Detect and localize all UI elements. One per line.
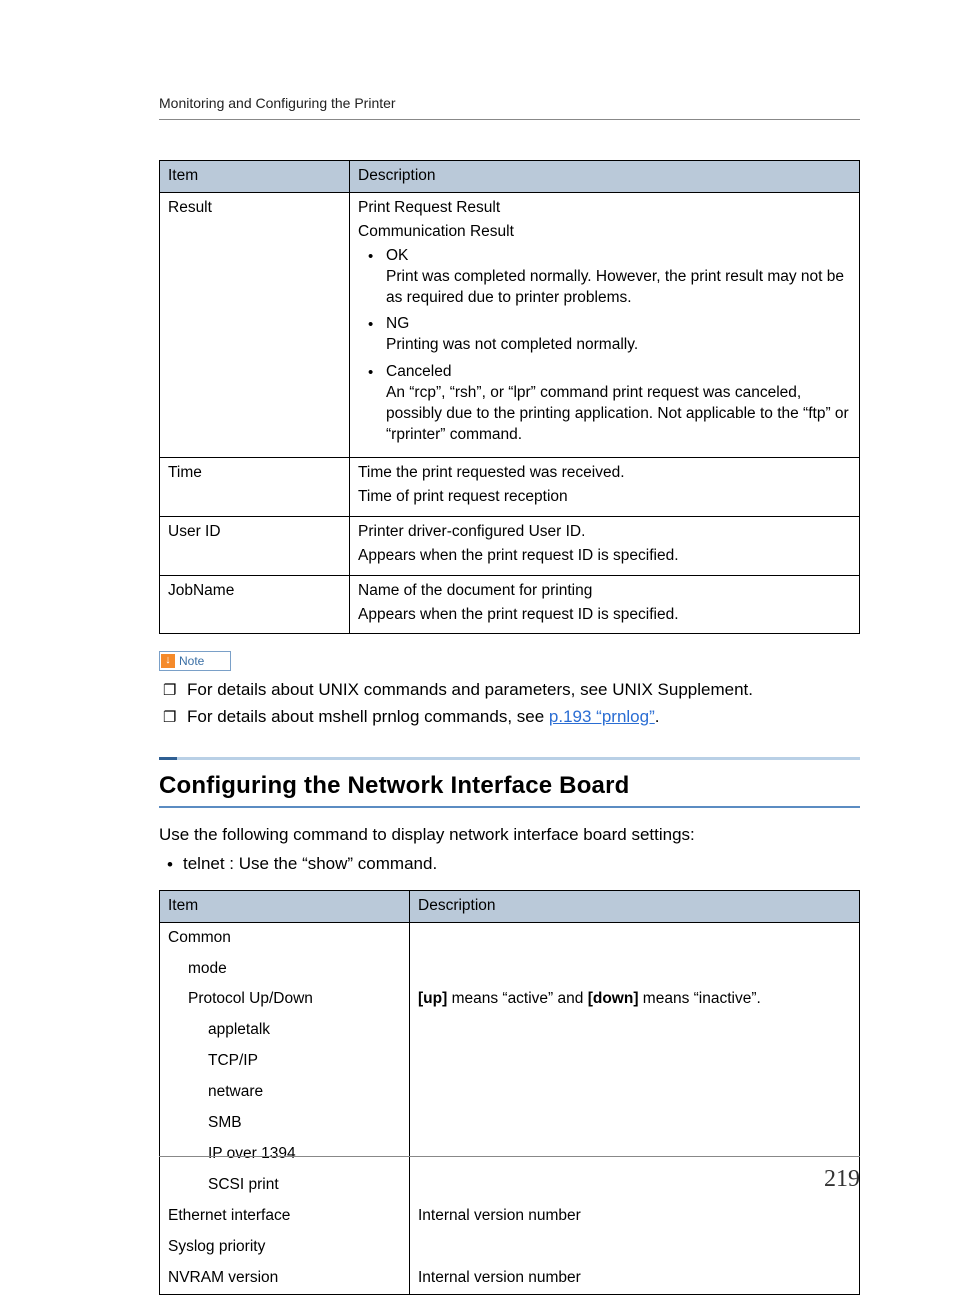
desc-line: Appears when the print request ID is spe… — [358, 605, 851, 626]
desc-cell: Internal version number — [410, 1263, 860, 1294]
desc-line: Communication Result — [358, 222, 851, 243]
note-label: Note — [179, 653, 204, 669]
desc-cell — [410, 1015, 860, 1046]
page-content: Item Description Result Print Request Re… — [159, 130, 860, 1295]
table-row: Common — [160, 922, 860, 953]
item-cell: Syslog priority — [160, 1232, 410, 1263]
item-cell: NVRAM version — [160, 1263, 410, 1294]
result-bullet-list: OK Print was completed normally. However… — [358, 246, 851, 446]
table-row: Ethernet interface Internal version numb… — [160, 1201, 860, 1232]
note-text: For details about UNIX commands and para… — [187, 680, 753, 699]
desc-cell — [410, 1046, 860, 1077]
desc-line: Appears when the print request ID is spe… — [358, 546, 851, 567]
indented-item: mode — [168, 959, 401, 980]
table-row: SMB — [160, 1108, 860, 1139]
print-info-table: Item Description Result Print Request Re… — [159, 160, 860, 635]
desc-line: Name of the document for printing — [358, 581, 851, 602]
note-badge: ↓ Note — [159, 651, 231, 671]
page-number: 219 — [159, 1163, 860, 1195]
list-item: Canceled An “rcp”, “rsh”, or “lpr” comma… — [366, 362, 851, 446]
desc-text: means “active” and — [447, 990, 587, 1007]
indented-item: SMB — [168, 1113, 401, 1134]
note-text: For details about mshell prnlog commands… — [187, 707, 549, 726]
item-cell: netware — [160, 1077, 410, 1108]
note-item: For details about UNIX commands and para… — [163, 679, 860, 702]
desc-cell: Time the print requested was received. T… — [350, 457, 860, 516]
desc-cell — [410, 1232, 860, 1263]
desc-bold: [down] — [588, 990, 639, 1007]
page-footer: 219 — [0, 1156, 954, 1195]
col-header-description: Description — [350, 160, 860, 192]
page-header: Monitoring and Configuring the Printer — [159, 94, 860, 120]
nib-settings-table: Item Description Common mode Protocol Up… — [159, 890, 860, 1295]
bullet-title: Canceled — [386, 362, 851, 383]
list-item: OK Print was completed normally. However… — [366, 246, 851, 309]
table-row: NVRAM version Internal version number — [160, 1263, 860, 1294]
desc-cell: Print Request Result Communication Resul… — [350, 192, 860, 457]
table-row: mode — [160, 954, 860, 985]
footer-rule — [159, 1156, 860, 1157]
down-arrow-icon: ↓ — [161, 654, 175, 668]
indented-item: netware — [168, 1082, 401, 1103]
table-row: User ID Printer driver-configured User I… — [160, 516, 860, 575]
item-cell: TCP/IP — [160, 1046, 410, 1077]
indented-item: TCP/IP — [168, 1051, 401, 1072]
item-cell: User ID — [160, 516, 350, 575]
item-cell: Ethernet interface — [160, 1201, 410, 1232]
item-cell: Protocol Up/Down — [160, 984, 410, 1015]
item-cell: Result — [160, 192, 350, 457]
indented-item: Protocol Up/Down — [168, 989, 401, 1010]
desc-cell — [410, 954, 860, 985]
note-item: For details about mshell prnlog commands… — [163, 706, 860, 729]
desc-cell — [410, 922, 860, 953]
prnlog-link[interactable]: p.193 “prnlog” — [549, 707, 655, 726]
item-cell: JobName — [160, 575, 350, 634]
running-head: Monitoring and Configuring the Printer — [159, 94, 860, 120]
table-row: appletalk — [160, 1015, 860, 1046]
command-list: telnet : Use the “show” command. — [159, 853, 860, 876]
desc-cell — [410, 1108, 860, 1139]
table-row: TCP/IP — [160, 1046, 860, 1077]
desc-line: Time of print request reception — [358, 487, 851, 508]
item-cell: mode — [160, 954, 410, 985]
section-intro: Use the following command to display net… — [159, 824, 860, 847]
item-cell: Time — [160, 457, 350, 516]
item-cell: appletalk — [160, 1015, 410, 1046]
col-header-description: Description — [410, 890, 860, 922]
indented-item: appletalk — [168, 1020, 401, 1041]
desc-line: Print Request Result — [358, 198, 851, 219]
desc-line: Time the print requested was received. — [358, 463, 851, 484]
desc-line: Printer driver-configured User ID. — [358, 522, 851, 543]
bullet-body: Printing was not completed normally. — [386, 335, 851, 356]
col-header-item: Item — [160, 160, 350, 192]
note-text: . — [655, 707, 660, 726]
desc-cell: Internal version number — [410, 1201, 860, 1232]
table-row: netware — [160, 1077, 860, 1108]
section-rule-bottom — [159, 806, 860, 808]
desc-cell: Printer driver-configured User ID. Appea… — [350, 516, 860, 575]
table-row: Time Time the print requested was receiv… — [160, 457, 860, 516]
desc-text: means “inactive”. — [639, 990, 761, 1007]
bullet-body: An “rcp”, “rsh”, or “lpr” command print … — [386, 383, 851, 446]
table-row: JobName Name of the document for printin… — [160, 575, 860, 634]
section-heading: Configuring the Network Interface Board — [159, 770, 860, 802]
bullet-title: NG — [386, 314, 851, 335]
note-list: For details about UNIX commands and para… — [159, 679, 860, 729]
table-row: Syslog priority — [160, 1232, 860, 1263]
list-item: NG Printing was not completed normally. — [366, 314, 851, 356]
bullet-title: OK — [386, 246, 851, 267]
item-cell: SMB — [160, 1108, 410, 1139]
desc-cell: Name of the document for printing Appear… — [350, 575, 860, 634]
bullet-body: Print was completed normally. However, t… — [386, 267, 851, 309]
section-rule-top — [159, 757, 860, 760]
col-header-item: Item — [160, 890, 410, 922]
list-item: telnet : Use the “show” command. — [167, 853, 860, 876]
table-row: Result Print Request Result Communicatio… — [160, 192, 860, 457]
desc-cell — [410, 1077, 860, 1108]
item-cell: Common — [160, 922, 410, 953]
desc-bold: [up] — [418, 990, 447, 1007]
desc-cell: [up] means “active” and [down] means “in… — [410, 984, 860, 1015]
table-row: Protocol Up/Down [up] means “active” and… — [160, 984, 860, 1015]
